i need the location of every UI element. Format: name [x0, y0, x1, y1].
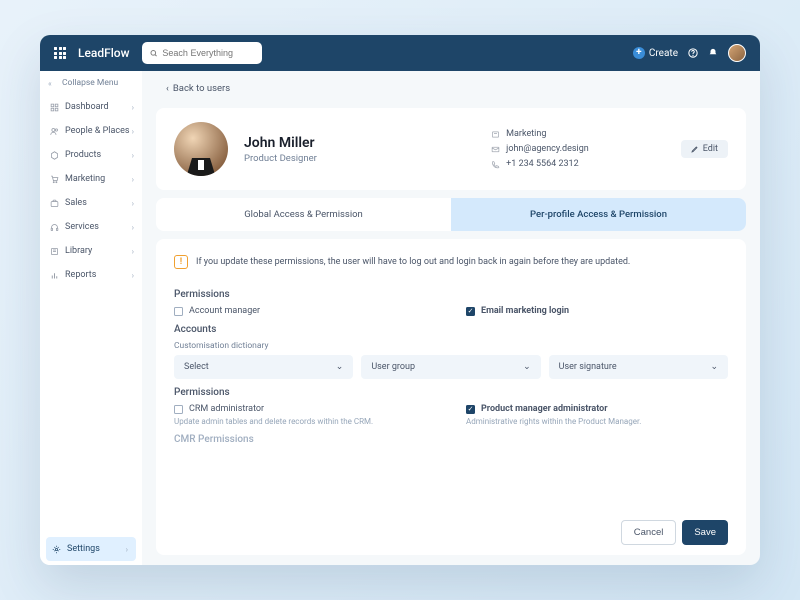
profile-name: John Miller	[244, 135, 475, 151]
chart-icon	[50, 271, 59, 280]
select-signature[interactable]: User signature⌄	[549, 355, 728, 379]
briefcase-icon	[50, 199, 59, 208]
tab-global[interactable]: Global Access & Permission	[156, 198, 451, 231]
profile-phone: +1 234 5564 2312	[491, 159, 589, 169]
sidebar-item-dashboard[interactable]: Dashboard›	[40, 95, 142, 119]
folder-icon	[491, 130, 500, 139]
section-permissions: Permissions	[174, 289, 728, 300]
cancel-button[interactable]: Cancel	[621, 520, 677, 545]
tabs: Global Access & Permission Per-profile A…	[156, 198, 746, 231]
pencil-icon	[691, 145, 699, 153]
dict-label: Customisation dictionary	[174, 341, 728, 351]
checkbox[interactable]	[174, 307, 183, 316]
tab-perprofile[interactable]: Per-profile Access & Permission	[451, 198, 746, 231]
checkbox[interactable]	[466, 405, 475, 414]
topbar: LeadFlow + Create	[40, 35, 760, 71]
chevron-down-icon: ⌄	[336, 362, 344, 372]
sidebar-item-people[interactable]: People & Places›	[40, 119, 142, 143]
library-icon	[50, 247, 59, 256]
brand: LeadFlow	[78, 46, 130, 60]
search-input[interactable]	[162, 48, 253, 58]
phone-icon	[491, 160, 500, 169]
alert: ! If you update these permissions, the u…	[174, 253, 728, 281]
products-icon	[50, 151, 59, 160]
profile-email: john@agency.design	[491, 144, 589, 154]
back-link[interactable]: ‹ Back to users	[156, 81, 746, 100]
sidebar-item-library[interactable]: Library›	[40, 239, 142, 263]
search-icon	[150, 49, 158, 58]
create-button[interactable]: + Create	[633, 47, 678, 59]
edit-button[interactable]: Edit	[681, 140, 728, 158]
sidebar-item-settings[interactable]: Settings›	[46, 537, 136, 561]
save-button[interactable]: Save	[682, 520, 728, 545]
collapse-menu[interactable]: « Collapse Menu	[40, 71, 142, 95]
section-accounts: Accounts	[174, 324, 728, 335]
crm-help: Update admin tables and delete records w…	[174, 417, 436, 426]
bell-icon[interactable]	[708, 48, 718, 58]
sidebar-item-sales[interactable]: Sales›	[40, 191, 142, 215]
gear-icon	[52, 545, 61, 554]
perm-account-manager[interactable]: Account manager	[174, 306, 436, 316]
help-icon[interactable]	[688, 48, 698, 58]
checkbox[interactable]	[174, 405, 183, 414]
cart-icon	[50, 175, 59, 184]
search-box[interactable]	[142, 42, 262, 64]
app-grid-icon[interactable]	[54, 47, 66, 59]
profile-dept: Marketing	[491, 129, 589, 139]
section-permissions2: Permissions	[174, 387, 728, 398]
chevron-down-icon: ⌄	[710, 362, 718, 372]
select-usergroup[interactable]: User group⌄	[361, 355, 540, 379]
sidebar-item-products[interactable]: Products›	[40, 143, 142, 167]
checkbox[interactable]	[466, 307, 475, 316]
sidebar: « Collapse Menu Dashboard› People & Plac…	[40, 71, 142, 565]
headphones-icon	[50, 223, 59, 232]
perm-pm-admin[interactable]: Product manager administrator	[466, 404, 728, 414]
dashboard-icon	[50, 103, 59, 112]
warning-icon: !	[174, 255, 188, 269]
select-customisation[interactable]: Select⌄	[174, 355, 353, 379]
perm-crm-admin[interactable]: CRM administrator	[174, 404, 436, 414]
mail-icon	[491, 145, 500, 154]
pm-help: Administrative rights within the Product…	[466, 417, 728, 426]
perm-email-marketing[interactable]: Email marketing login	[466, 306, 728, 316]
section-cmr: CMR Permissions	[174, 434, 728, 445]
chevron-down-icon: ⌄	[523, 362, 531, 372]
people-icon	[50, 127, 59, 136]
content-panel: ! If you update these permissions, the u…	[156, 239, 746, 555]
plus-icon: +	[633, 47, 645, 59]
profile-avatar	[174, 122, 228, 176]
sidebar-item-marketing[interactable]: Marketing›	[40, 167, 142, 191]
profile-role: Product Designer	[244, 153, 475, 164]
avatar[interactable]	[728, 44, 746, 62]
profile-card: John Miller Product Designer Marketing j…	[156, 108, 746, 190]
sidebar-item-services[interactable]: Services›	[40, 215, 142, 239]
sidebar-item-reports[interactable]: Reports›	[40, 263, 142, 287]
